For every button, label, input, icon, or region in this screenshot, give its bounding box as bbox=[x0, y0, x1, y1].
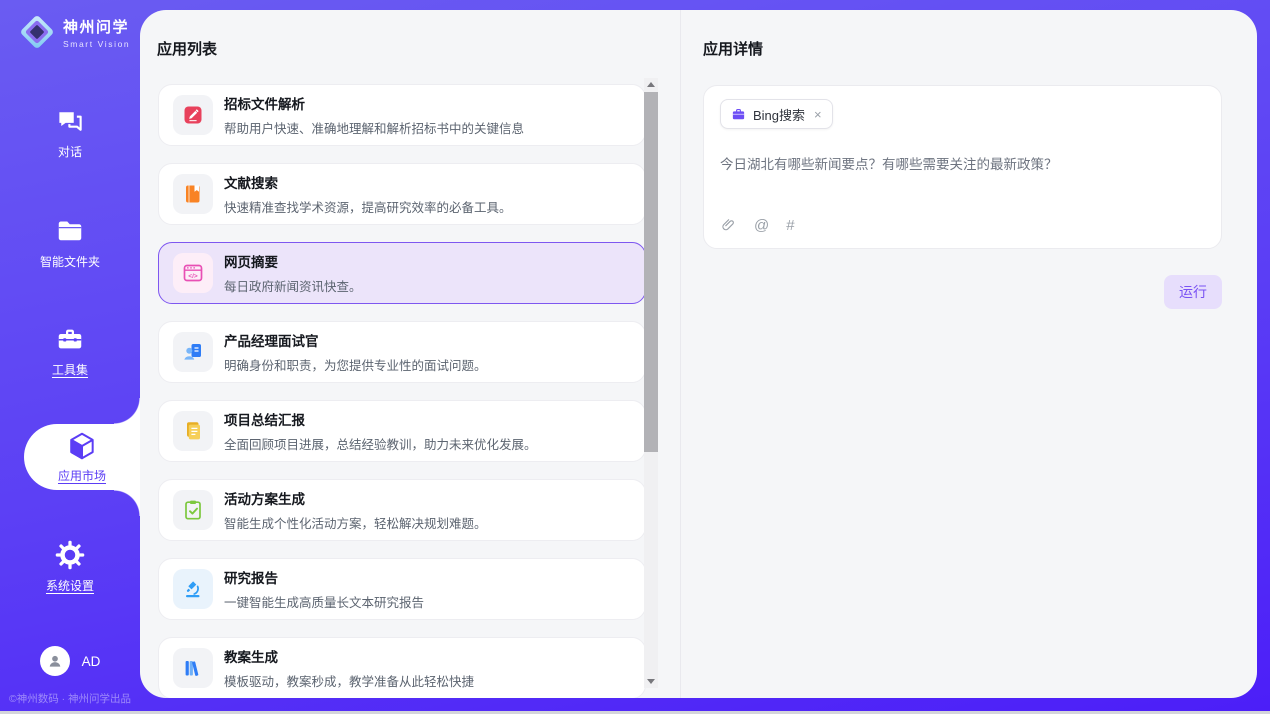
app-desc: 一键智能生成高质量长文本研究报告 bbox=[224, 592, 424, 611]
app-title: 研究报告 bbox=[224, 567, 424, 587]
at-icon[interactable]: @ bbox=[754, 217, 769, 234]
scroll-up-button[interactable] bbox=[644, 78, 658, 91]
app-title: 教案生成 bbox=[224, 646, 474, 666]
app-list-title: 应用列表 bbox=[157, 38, 680, 59]
close-icon[interactable]: × bbox=[814, 107, 822, 122]
tool-chip-bing-search[interactable]: Bing搜索 × bbox=[720, 99, 833, 129]
app-desc: 全面回顾项目进展，总结经验教训，助力未来优化发展。 bbox=[224, 434, 537, 453]
browser-code-icon: </> bbox=[173, 253, 213, 293]
app-list: 招标文件解析 帮助用户快速、准确地理解和解析招标书中的关键信息 文献搜索 快速精… bbox=[158, 84, 646, 698]
scroll-down-button[interactable] bbox=[644, 675, 658, 688]
sidebar-item-label: 系统设置 bbox=[46, 577, 94, 594]
app-card-project-summary[interactable]: 项目总结汇报 全面回顾项目进展，总结经验教训，助力未来优化发展。 bbox=[158, 400, 646, 462]
cube-icon bbox=[66, 430, 98, 462]
briefcase-icon bbox=[731, 107, 746, 122]
app-desc: 模板驱动，教案秒成，教学准备从此轻松快捷 bbox=[224, 671, 474, 690]
document-edit-icon bbox=[173, 95, 213, 135]
app-card-tender-analysis[interactable]: 招标文件解析 帮助用户快速、准确地理解和解析招标书中的关键信息 bbox=[158, 84, 646, 146]
app-desc: 快速精准查找学术资源，提高研究效率的必备工具。 bbox=[224, 197, 512, 216]
sidebar-item-app-market[interactable]: 应用市场 bbox=[24, 424, 140, 490]
app-title: 项目总结汇报 bbox=[224, 409, 537, 429]
paperclip-icon[interactable] bbox=[720, 217, 737, 234]
sidebar-item-chat[interactable]: 对话 bbox=[0, 106, 140, 160]
app-card-research-report[interactable]: 研究报告 一键智能生成高质量长文本研究报告 bbox=[158, 558, 646, 620]
gear-icon bbox=[55, 540, 85, 570]
prompt-input-card: Bing搜索 × 今日湖北有哪些新闻要点？有哪些需要关注的最新政策？ @ # bbox=[703, 85, 1222, 249]
svg-text:</>: </> bbox=[188, 273, 198, 280]
books-icon bbox=[173, 648, 213, 688]
app-title: 招标文件解析 bbox=[224, 93, 524, 113]
app-card-pm-interviewer[interactable]: 产品经理面试官 明确身份和职责，为您提供专业性的面试问题。 bbox=[158, 321, 646, 383]
brand-logo: 神州问学 Smart Vision bbox=[18, 13, 130, 51]
app-detail-panel: 应用详情 Bing搜索 × 今日湖北有哪些新闻要点？有哪些需要关注的最新政策？ bbox=[681, 10, 1257, 698]
app-title: 产品经理面试官 bbox=[224, 330, 487, 350]
input-actions: @ # bbox=[720, 217, 1205, 234]
triangle-down-icon bbox=[647, 679, 655, 684]
sidebar-item-label: 应用市场 bbox=[58, 467, 106, 484]
app-title: 活动方案生成 bbox=[224, 488, 487, 508]
sidebar-item-smart-folder[interactable]: 智能文件夹 bbox=[0, 216, 140, 270]
app-window: { "brand": { "name": "神州问学", "subtitle":… bbox=[0, 0, 1270, 714]
report-doc-icon bbox=[173, 411, 213, 451]
book-icon bbox=[173, 174, 213, 214]
scrollbar-thumb[interactable] bbox=[644, 92, 658, 452]
app-title: 网页摘要 bbox=[224, 251, 362, 271]
user-account[interactable]: AD bbox=[0, 646, 140, 676]
sidebar-item-label: 工具集 bbox=[52, 361, 88, 378]
diamond-logo-icon bbox=[18, 13, 56, 51]
query-text[interactable]: 今日湖北有哪些新闻要点？有哪些需要关注的最新政策？ bbox=[720, 153, 1205, 173]
content-area: 应用列表 招标文件解析 帮助用户快速、准确地理解和解析招标书中的关键信息 bbox=[140, 10, 1257, 698]
toolbox-icon bbox=[55, 324, 85, 354]
hash-icon[interactable]: # bbox=[786, 217, 794, 234]
run-button[interactable]: 运行 bbox=[1164, 275, 1222, 309]
tool-chip-label: Bing搜索 bbox=[753, 105, 805, 124]
avatar bbox=[40, 646, 70, 676]
app-title: 文献搜索 bbox=[224, 172, 512, 192]
app-desc: 帮助用户快速、准确地理解和解析招标书中的关键信息 bbox=[224, 118, 524, 137]
list-scrollbar[interactable] bbox=[644, 78, 658, 688]
chat-icon bbox=[55, 106, 85, 136]
user-initials: AD bbox=[82, 654, 101, 669]
sidebar-item-label: 智能文件夹 bbox=[40, 253, 100, 270]
copyright-text: ©神州数码 · 神州问学出品 bbox=[0, 691, 140, 706]
brand-subtitle: Smart Vision bbox=[63, 39, 130, 49]
sidebar: 神州问学 Smart Vision 对话 智能文件夹 bbox=[0, 0, 140, 714]
app-card-lesson-plan[interactable]: 教案生成 模板驱动，教案秒成，教学准备从此轻松快捷 bbox=[158, 637, 646, 698]
sidebar-item-toolset[interactable]: 工具集 bbox=[0, 324, 140, 378]
sidebar-item-settings[interactable]: 系统设置 bbox=[0, 540, 140, 594]
sidebar-item-label: 对话 bbox=[58, 143, 82, 160]
app-detail-title: 应用详情 bbox=[703, 38, 1222, 59]
app-desc: 每日政府新闻资讯快查。 bbox=[224, 276, 362, 295]
clipboard-check-icon bbox=[173, 490, 213, 530]
folder-icon bbox=[55, 216, 85, 246]
app-card-web-summary[interactable]: </> 网页摘要 每日政府新闻资讯快查。 bbox=[158, 242, 646, 304]
brand-name: 神州问学 bbox=[63, 16, 130, 37]
app-card-event-plan[interactable]: 活动方案生成 智能生成个性化活动方案，轻松解决规划难题。 bbox=[158, 479, 646, 541]
microscope-icon bbox=[173, 569, 213, 609]
app-card-literature-search[interactable]: 文献搜索 快速精准查找学术资源，提高研究效率的必备工具。 bbox=[158, 163, 646, 225]
app-desc: 明确身份和职责，为您提供专业性的面试问题。 bbox=[224, 355, 487, 374]
app-desc: 智能生成个性化活动方案，轻松解决规划难题。 bbox=[224, 513, 487, 532]
triangle-up-icon bbox=[647, 82, 655, 87]
interview-icon bbox=[173, 332, 213, 372]
app-list-panel: 应用列表 招标文件解析 帮助用户快速、准确地理解和解析招标书中的关键信息 bbox=[140, 10, 681, 698]
